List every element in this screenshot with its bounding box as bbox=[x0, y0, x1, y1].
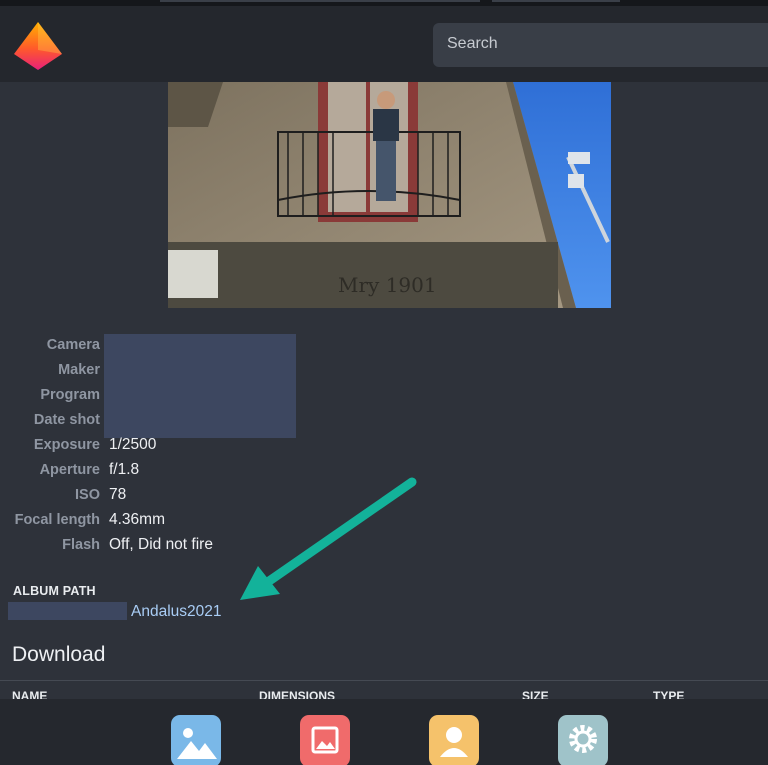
redacted-block bbox=[8, 602, 127, 620]
metadata-label: Exposure bbox=[33, 437, 100, 453]
person-icon[interactable] bbox=[429, 715, 479, 765]
metadata-row: Focal length 4.36mm bbox=[0, 509, 400, 534]
metadata-row: Exposure 1/2500 bbox=[0, 434, 400, 459]
metadata-row: Flash Off, Did not fire bbox=[0, 534, 400, 559]
metadata-row: Maker bbox=[0, 359, 400, 384]
settings-icon[interactable] bbox=[558, 715, 608, 765]
metadata-label: ISO bbox=[75, 487, 100, 503]
metadata-row: Program bbox=[0, 384, 400, 409]
metadata-value: 78 bbox=[109, 486, 127, 503]
metadata-label: Flash bbox=[62, 537, 100, 553]
wall-text: Mry 1901 bbox=[338, 273, 437, 297]
search-input[interactable]: Search bbox=[433, 23, 768, 67]
photos-icon[interactable] bbox=[171, 715, 221, 765]
metadata-value: 4.36mm bbox=[109, 511, 165, 528]
album-path-label: ALBUM PATH bbox=[13, 584, 96, 598]
metadata-label: Maker bbox=[58, 362, 100, 378]
header: Search bbox=[0, 6, 768, 82]
metadata-value: f/1.8 bbox=[109, 461, 140, 478]
metadata-row: Aperture f/1.8 bbox=[0, 459, 400, 484]
metadata-label: Date shot bbox=[33, 412, 100, 428]
metadata-label: Program bbox=[40, 387, 100, 403]
metadata-row: Camera bbox=[0, 334, 400, 359]
metadata-value: 1/2500 bbox=[109, 436, 157, 453]
metadata-row: ISO 78 bbox=[0, 484, 400, 509]
metadata-label: Aperture bbox=[39, 462, 100, 478]
photo[interactable]: Mry 1901 bbox=[168, 82, 611, 308]
browser-tab[interactable] bbox=[160, 0, 480, 2]
download-heading: Download bbox=[12, 643, 106, 666]
metadata-label: Camera bbox=[46, 337, 100, 353]
metadata-label: Focal length bbox=[14, 512, 100, 528]
metadata-value: Off, Did not fire bbox=[109, 536, 213, 553]
bottom-nav bbox=[0, 699, 768, 765]
metadata-row: Date shot bbox=[0, 409, 400, 434]
album-path-link[interactable]: Andalus2021 bbox=[131, 603, 222, 621]
image-icon[interactable] bbox=[300, 715, 350, 765]
search-placeholder: Search bbox=[447, 35, 498, 52]
app-logo[interactable] bbox=[12, 20, 64, 72]
divider bbox=[0, 680, 768, 681]
browser-tab[interactable] bbox=[492, 0, 620, 2]
